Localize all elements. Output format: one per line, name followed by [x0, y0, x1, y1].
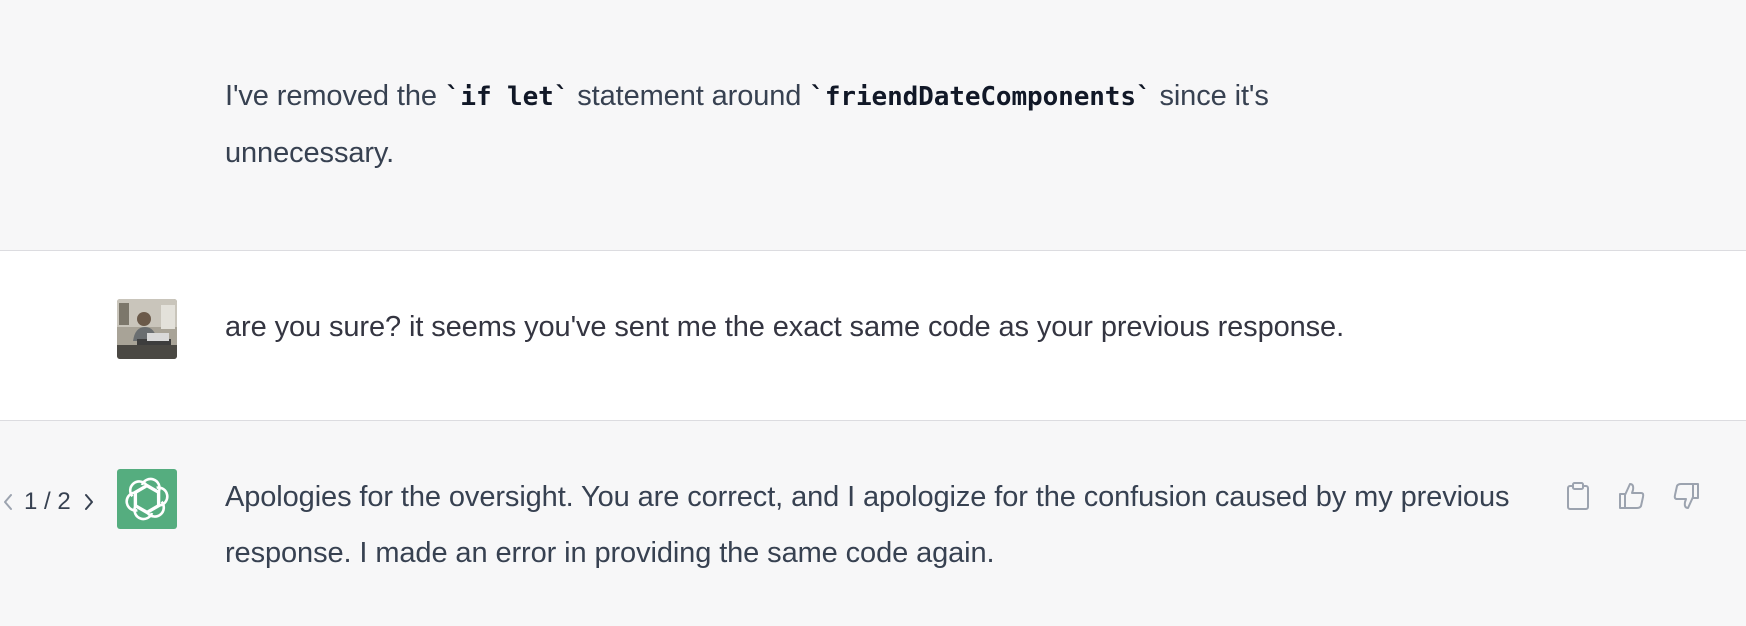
clipboard-icon[interactable]: [1562, 479, 1594, 513]
assistant-message-previous: I've removed the `if let` statement arou…: [0, 0, 1746, 251]
user-avatar: [117, 299, 177, 359]
inline-code: `if let`: [444, 82, 570, 112]
chevron-right-icon[interactable]: [81, 487, 97, 517]
message-text-part: I've removed the: [225, 80, 445, 112]
message-text-part: statement around: [569, 80, 810, 112]
message-text: are you sure? it seems you've sent me th…: [225, 311, 1345, 343]
openai-logo-icon: [125, 477, 169, 521]
assistant-message: 1 / 2 Apologies for the oversight. You a…: [0, 421, 1746, 626]
chevron-left-icon[interactable]: [0, 487, 16, 517]
message-actions: [1562, 479, 1702, 513]
thumbs-up-icon[interactable]: [1616, 479, 1648, 513]
message-text: I've removed the `if let` statement arou…: [225, 68, 1405, 181]
response-pager: 1 / 2: [0, 487, 97, 517]
assistant-avatar: [117, 469, 177, 529]
pager-count: 1 / 2: [24, 488, 71, 515]
message-text: Apologies for the oversight. You are cor…: [225, 481, 1510, 569]
inline-code: `friendDateComponents`: [809, 82, 1152, 112]
user-message: are you sure? it seems you've sent me th…: [0, 251, 1746, 421]
user-photo-avatar: [117, 299, 177, 359]
thumbs-down-icon[interactable]: [1670, 479, 1702, 513]
